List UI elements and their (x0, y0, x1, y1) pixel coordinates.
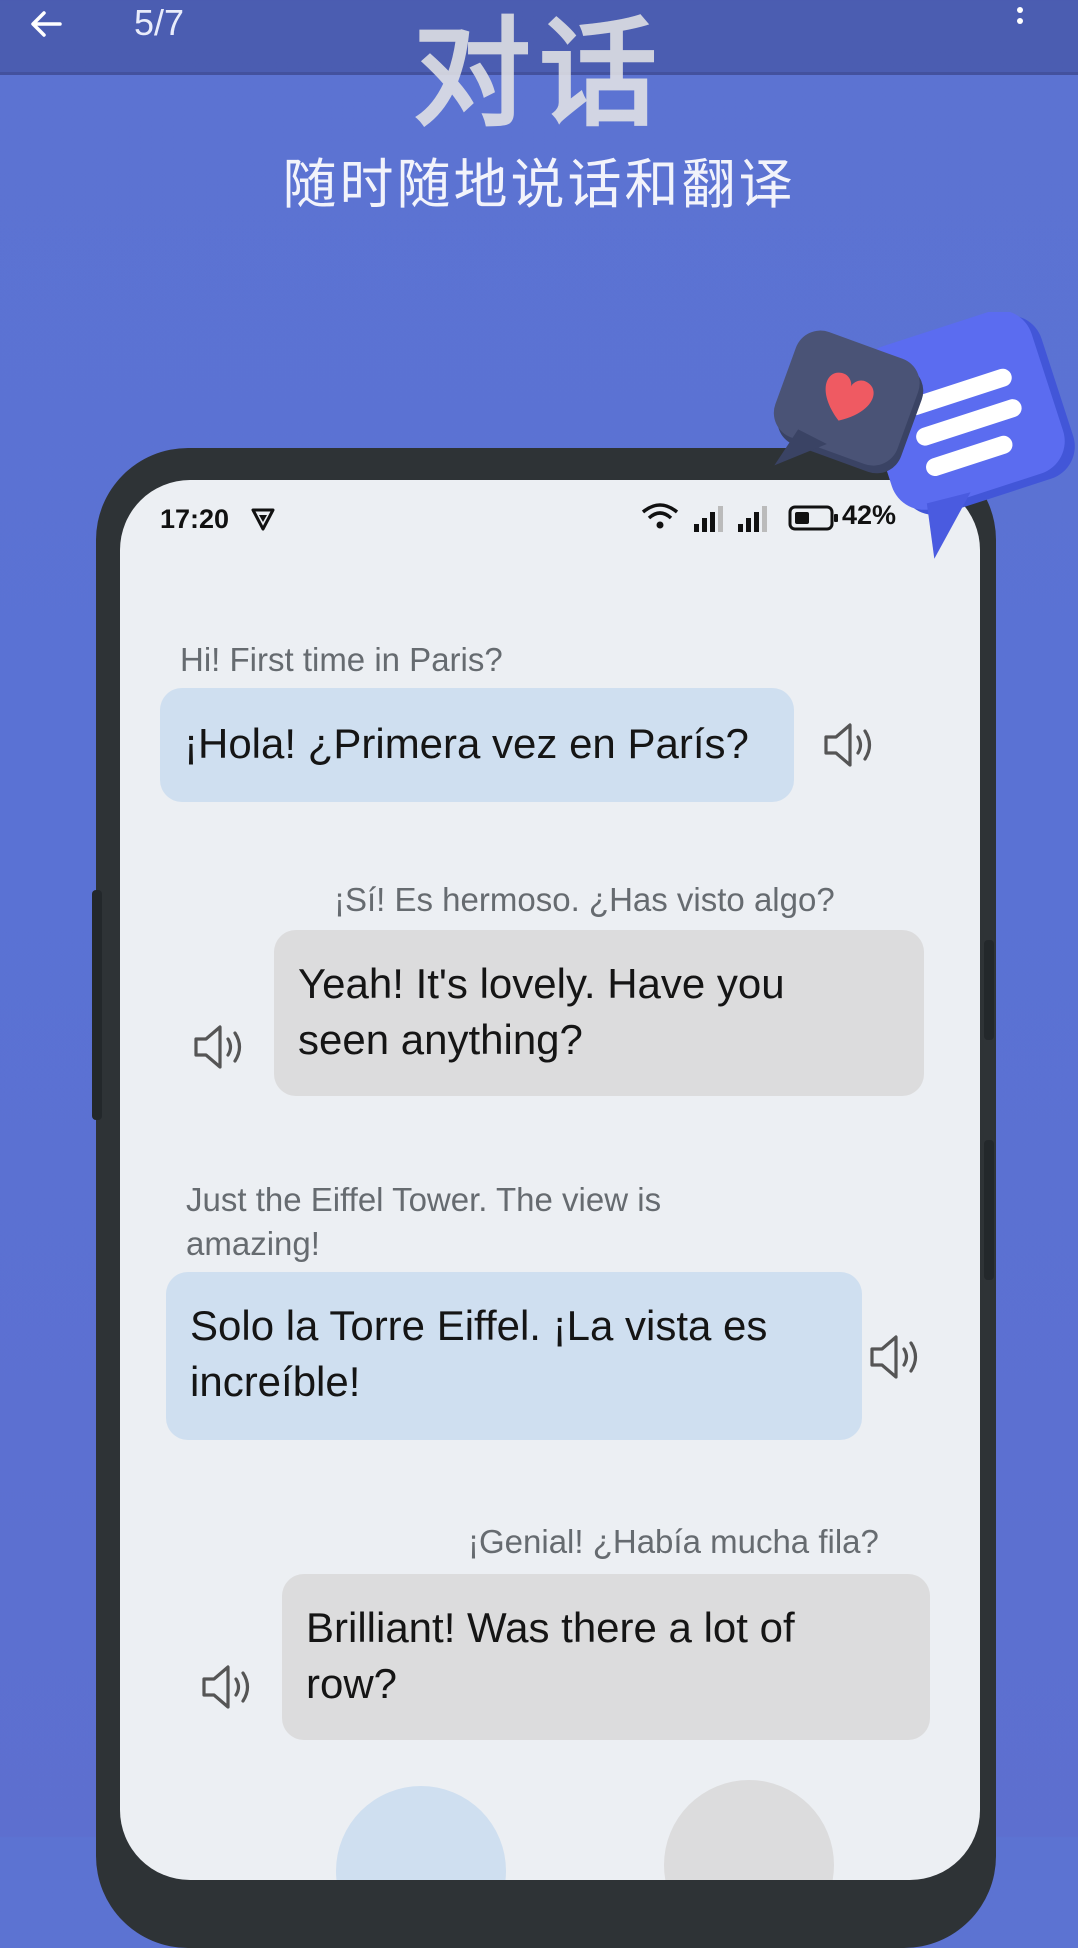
original-text: ¡Sí! Es hermoso. ¿Has visto algo? (334, 881, 835, 918)
wifi-icon (641, 503, 679, 529)
translation-line: Yeah! It's lovely. Have you (298, 960, 785, 1007)
speaker-icon[interactable] (200, 1662, 256, 1712)
original-text: Just the Eiffel Tower. The view is amazi… (186, 1178, 661, 1266)
signal-icon (694, 506, 723, 532)
translation-bubble: Yeah! It's lovely. Have you seen anythin… (274, 930, 924, 1096)
phone-screen: 17:20 42% Hi! First time in Paris? ¡Hola… (120, 480, 980, 1880)
translation-line: row? (306, 1660, 398, 1707)
original-text: Hi! First time in Paris? (180, 641, 503, 678)
chat-bubbles-illustration (773, 312, 1075, 559)
original-line: amazing! (186, 1225, 320, 1262)
translation-bubble: ¡Hola! ¿Primera vez en París? (160, 688, 794, 802)
speak-left-button[interactable] (336, 1786, 506, 1880)
translation-bubble: Solo la Torre Eiffel. ¡La vista es incre… (166, 1272, 862, 1440)
original-line: Just the Eiffel Tower. The view is (186, 1181, 662, 1218)
speaker-icon[interactable] (868, 1332, 924, 1382)
translation-line: Brilliant! Was there a lot of (306, 1604, 795, 1651)
phone-side-button (984, 1140, 994, 1280)
speaker-icon[interactable] (822, 720, 878, 770)
original-text: ¡Genial! ¿Había mucha fila? (468, 1523, 879, 1560)
status-time: 17:20 (160, 504, 230, 534)
translation-line: Solo la Torre Eiffel. ¡La vista es (190, 1302, 768, 1349)
translation-bubble: Brilliant! Was there a lot of row? (282, 1574, 930, 1740)
page-subtitle: 随时随地说话和翻译 (282, 153, 796, 216)
translation-line: increíble! (190, 1358, 361, 1405)
phone-side-button (984, 940, 994, 1040)
signal-icon (738, 506, 767, 532)
vpn-icon (251, 508, 275, 531)
speak-right-button[interactable] (664, 1780, 834, 1880)
phone-side-button (92, 890, 102, 1120)
speaker-icon[interactable] (192, 1022, 248, 1072)
page-title: 对话 (412, 5, 665, 143)
translation-line: seen anything? (298, 1016, 583, 1063)
